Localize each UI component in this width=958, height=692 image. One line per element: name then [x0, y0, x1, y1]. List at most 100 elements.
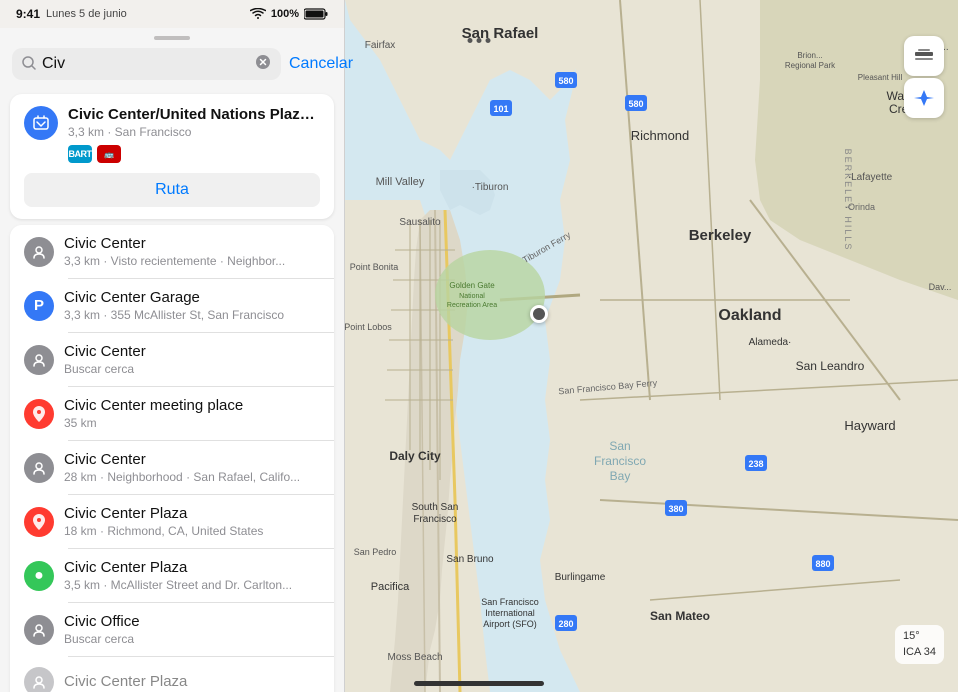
map-label-san-bruno: San Bruno — [446, 554, 494, 565]
list-item[interactable]: Civic Center 3,3 km · Visto recientement… — [10, 225, 334, 278]
map-layers-button[interactable] — [904, 36, 944, 76]
map-label-daly-city: Daly City — [389, 449, 441, 463]
map-label-south-sf: South San — [412, 502, 459, 513]
svg-text:·Orinda: ·Orinda — [845, 202, 875, 212]
svg-text:San: San — [609, 439, 630, 453]
svg-text:Recreation Area: Recreation Area — [447, 302, 497, 309]
first-result-sub: 3,3 km · San Francisco — [68, 125, 320, 139]
map-label-sausalito: Sausalito — [399, 217, 441, 228]
list-item[interactable]: P Civic Center Garage 3,3 km · 355 McAll… — [10, 279, 334, 332]
location-button[interactable] — [904, 78, 944, 118]
list-item-info: Civic Center 28 km · Neighborhood · San … — [64, 451, 320, 484]
svg-text:880: 880 — [815, 559, 830, 569]
svg-text:238: 238 — [748, 459, 763, 469]
map-label-burlingame: Burlingame — [555, 572, 606, 583]
list-item-info: Civic Center Buscar cerca — [64, 343, 320, 376]
map-label-mill-valley: Mill Valley — [376, 176, 425, 188]
map-label-tiburon: ·Tiburon — [472, 182, 509, 193]
search-row: Cancelar — [12, 48, 332, 80]
list-item-info: Civic Center meeting place 35 km — [64, 397, 320, 430]
list-item[interactable]: Civic Center Plaza 18 km · Richmond, CA,… — [10, 495, 334, 548]
first-result-card[interactable]: Civic Center/United Nations Plaza Sta...… — [10, 94, 334, 219]
list-item-info: Civic Center Plaza — [64, 673, 320, 692]
list-item[interactable]: Civic Center Buscar cerca — [10, 333, 334, 386]
map-label-hayward: Hayward — [844, 418, 895, 433]
list-item-icon-red2 — [24, 507, 54, 537]
svg-text:Regional Park: Regional Park — [785, 61, 836, 70]
search-icon — [22, 56, 36, 73]
home-indicator — [414, 681, 544, 686]
svg-text:International: International — [485, 608, 535, 618]
svg-text:Bay: Bay — [610, 469, 631, 483]
transport-badges: BART 🚌 — [68, 145, 320, 163]
first-result-name: Civic Center/United Nations Plaza Sta... — [68, 106, 320, 123]
svg-text:280: 280 — [558, 619, 573, 629]
list-item[interactable]: Civic Center Plaza — [10, 657, 334, 692]
results-list[interactable]: Civic Center/United Nations Plaza Sta...… — [0, 88, 344, 692]
ica-label: ICA 34 — [903, 646, 936, 658]
cancel-button[interactable]: Cancelar — [289, 55, 353, 73]
list-item-sub: Buscar cerca — [64, 362, 320, 376]
list-item-name: Civic Center Garage — [64, 289, 320, 306]
svg-text:Francisco: Francisco — [413, 514, 457, 525]
list-item-name: Civic Center Plaza — [64, 559, 320, 576]
svg-text:BERKELEY HILLS: BERKELEY HILLS — [843, 149, 853, 252]
temperature-value: 15° — [903, 630, 920, 642]
svg-text:Point Lobos: Point Lobos — [344, 322, 392, 332]
list-item-civic-meeting[interactable]: Civic Center meeting place 35 km — [10, 387, 334, 440]
search-input-wrap[interactable] — [12, 48, 281, 80]
three-dots-menu[interactable] — [468, 38, 491, 43]
list-item-name: Civic Center — [64, 235, 320, 252]
list-item[interactable]: Civic Office Buscar cerca — [10, 603, 334, 656]
list-item-info: Civic Center 3,3 km · Visto recientement… — [64, 235, 320, 268]
map-label-oakland: Oakland — [718, 307, 781, 324]
list-item-name: Civic Center Plaza — [64, 673, 320, 690]
map-label-richmond: Richmond — [631, 128, 690, 143]
list-item-icon — [24, 615, 54, 645]
status-right: 100% — [250, 8, 328, 20]
list-item-name: Civic Center — [64, 343, 320, 360]
list-item-icon-green: ● — [24, 561, 54, 591]
list-item[interactable]: Civic Center 28 km · Neighborhood · San … — [10, 441, 334, 494]
list-item-name: Civic Office — [64, 613, 320, 630]
list-item-name: Civic Center Plaza — [64, 505, 320, 522]
list-item-name-civic-meeting: Civic Center meeting place — [64, 397, 320, 414]
list-item-icon — [24, 667, 54, 692]
wifi-icon — [250, 8, 266, 20]
badge-bart: BART — [68, 145, 92, 163]
map-label-san-leandro: San Leandro — [796, 359, 865, 373]
battery-icon — [304, 8, 328, 20]
sidebar: 9:41 Lunes 5 de junio 100% — [0, 0, 345, 692]
first-result-info: Civic Center/United Nations Plaza Sta...… — [68, 106, 320, 163]
map-label-alameda: Alameda· — [749, 337, 792, 348]
badge-muni: 🚌 — [97, 145, 121, 163]
list-item-info: Civic Center Plaza 3,5 km · McAllister S… — [64, 559, 320, 592]
svg-text:Golden Gate: Golden Gate — [449, 281, 495, 290]
map-label-sfo: San Francisco — [481, 597, 539, 607]
list-item-sub: 35 km — [64, 416, 320, 430]
clear-button[interactable] — [255, 54, 271, 74]
search-input[interactable] — [42, 55, 249, 73]
list-item-icon — [24, 345, 54, 375]
location-dot — [530, 305, 548, 323]
list-item-sub: 3,3 km · 355 McAllister St, San Francisc… — [64, 308, 320, 322]
list-item-sub: 28 km · Neighborhood · San Rafael, Calif… — [64, 470, 320, 484]
list-item-icon-parking: P — [24, 291, 54, 321]
first-result-header: Civic Center/United Nations Plaza Sta...… — [24, 106, 320, 163]
first-result-icon — [24, 106, 58, 140]
list-item-name: Civic Center — [64, 451, 320, 468]
list-item-sub: Buscar cerca — [64, 632, 320, 646]
svg-text:National: National — [459, 293, 485, 300]
list-item-icon-red — [24, 399, 54, 429]
map-label-berkeley: Berkeley — [689, 227, 752, 244]
list-item[interactable]: ● Civic Center Plaza 3,5 km · McAllister… — [10, 549, 334, 602]
list-section-1: Civic Center 3,3 km · Visto recientement… — [10, 225, 334, 692]
route-button[interactable]: Ruta — [24, 173, 320, 207]
svg-text:San Pedro: San Pedro — [354, 547, 397, 557]
svg-text:Airport (SFO): Airport (SFO) — [483, 619, 537, 629]
status-bar: 9:41 Lunes 5 de junio 100% — [0, 0, 344, 28]
list-item-sub: 18 km · Richmond, CA, United States — [64, 524, 320, 538]
map-label-pacifica: Pacifica — [371, 581, 410, 593]
list-item-info: Civic Center Plaza 18 km · Richmond, CA,… — [64, 505, 320, 538]
svg-text:380: 380 — [668, 504, 683, 514]
